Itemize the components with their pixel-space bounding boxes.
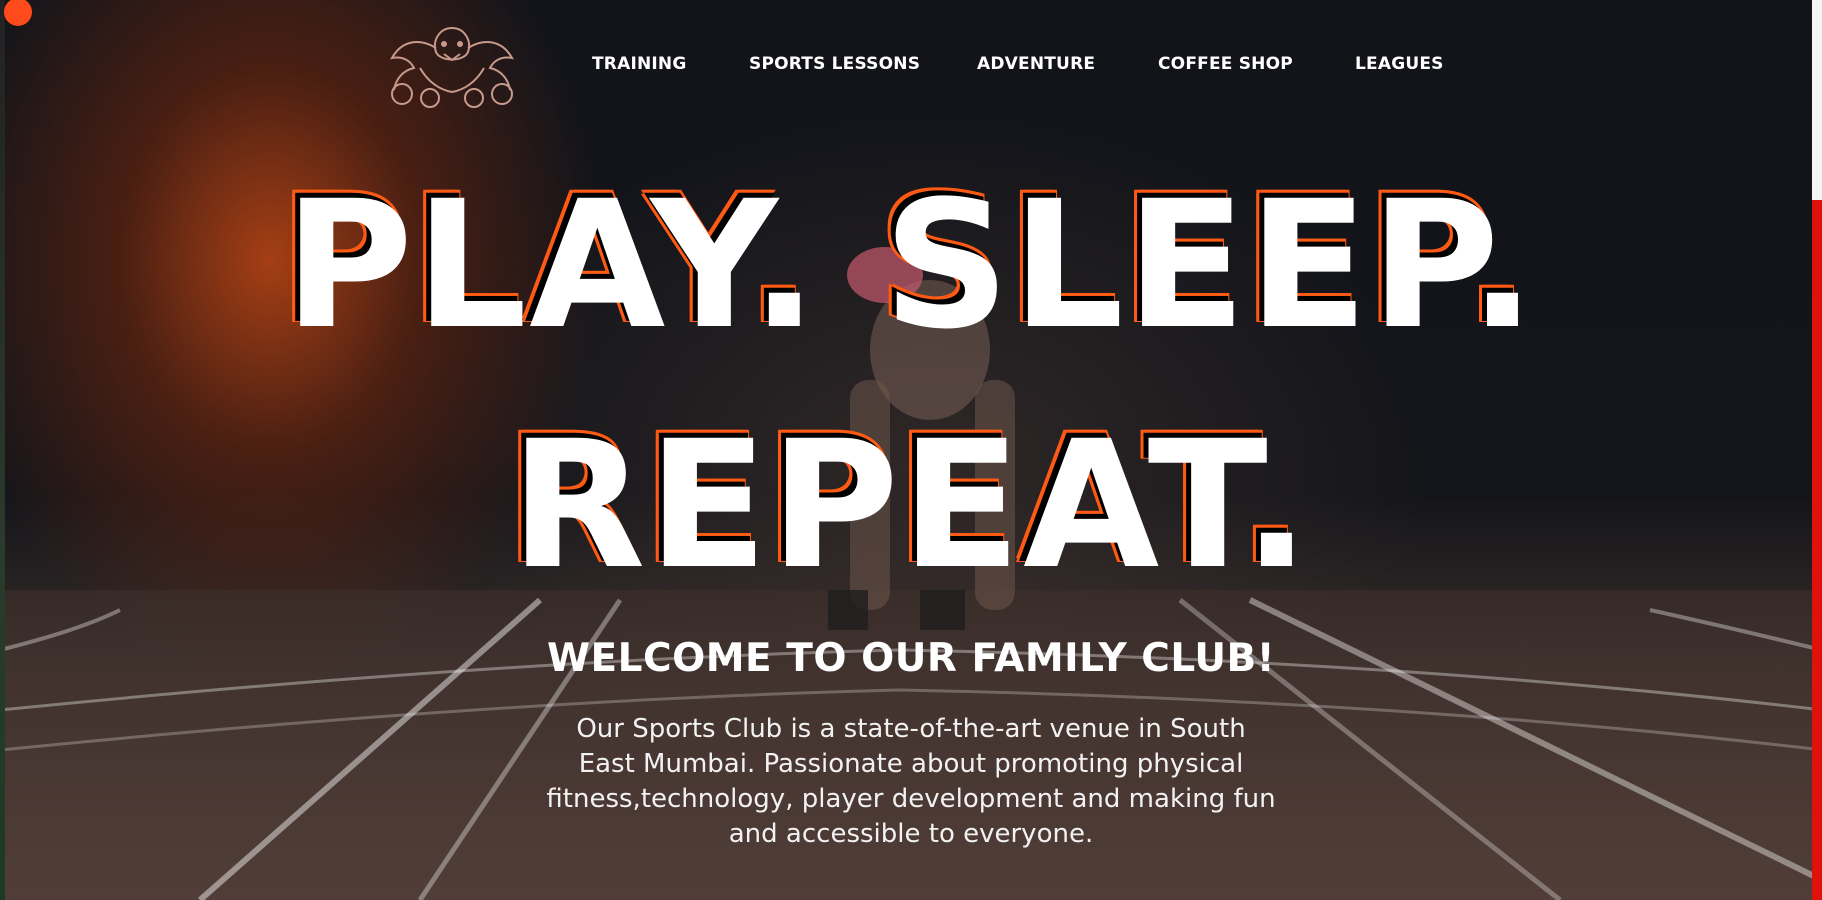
- hero-headline-line-1: PLAY. SLEEP.: [284, 163, 1538, 368]
- scroll-progress-indicator[interactable]: [1812, 200, 1822, 900]
- intro-paragraph: Our Sports Club is a state-of-the-art ve…: [546, 714, 1276, 849]
- hero-headline-line-2: REPEAT.: [510, 403, 1312, 608]
- nav-item-adventure[interactable]: ADVENTURE: [977, 54, 1095, 74]
- cursor-dot-icon: [4, 0, 32, 26]
- hero-section: TRAINING SPORTS LESSONS ADVENTURE COFFEE…: [0, 0, 1822, 900]
- winged-crest-logo[interactable]: [380, 18, 524, 112]
- nav-item-training[interactable]: TRAINING: [592, 54, 687, 74]
- nav-item-leagues[interactable]: LEAGUES: [1355, 54, 1444, 74]
- page-scrollbar[interactable]: [1812, 0, 1822, 900]
- welcome-heading: WELCOME TO OUR FAMILY CLUB!: [546, 636, 1276, 681]
- nav-item-coffee-shop[interactable]: COFFEE SHOP: [1158, 54, 1293, 74]
- nav-item-sports-lessons[interactable]: SPORTS LESSONS: [749, 54, 920, 74]
